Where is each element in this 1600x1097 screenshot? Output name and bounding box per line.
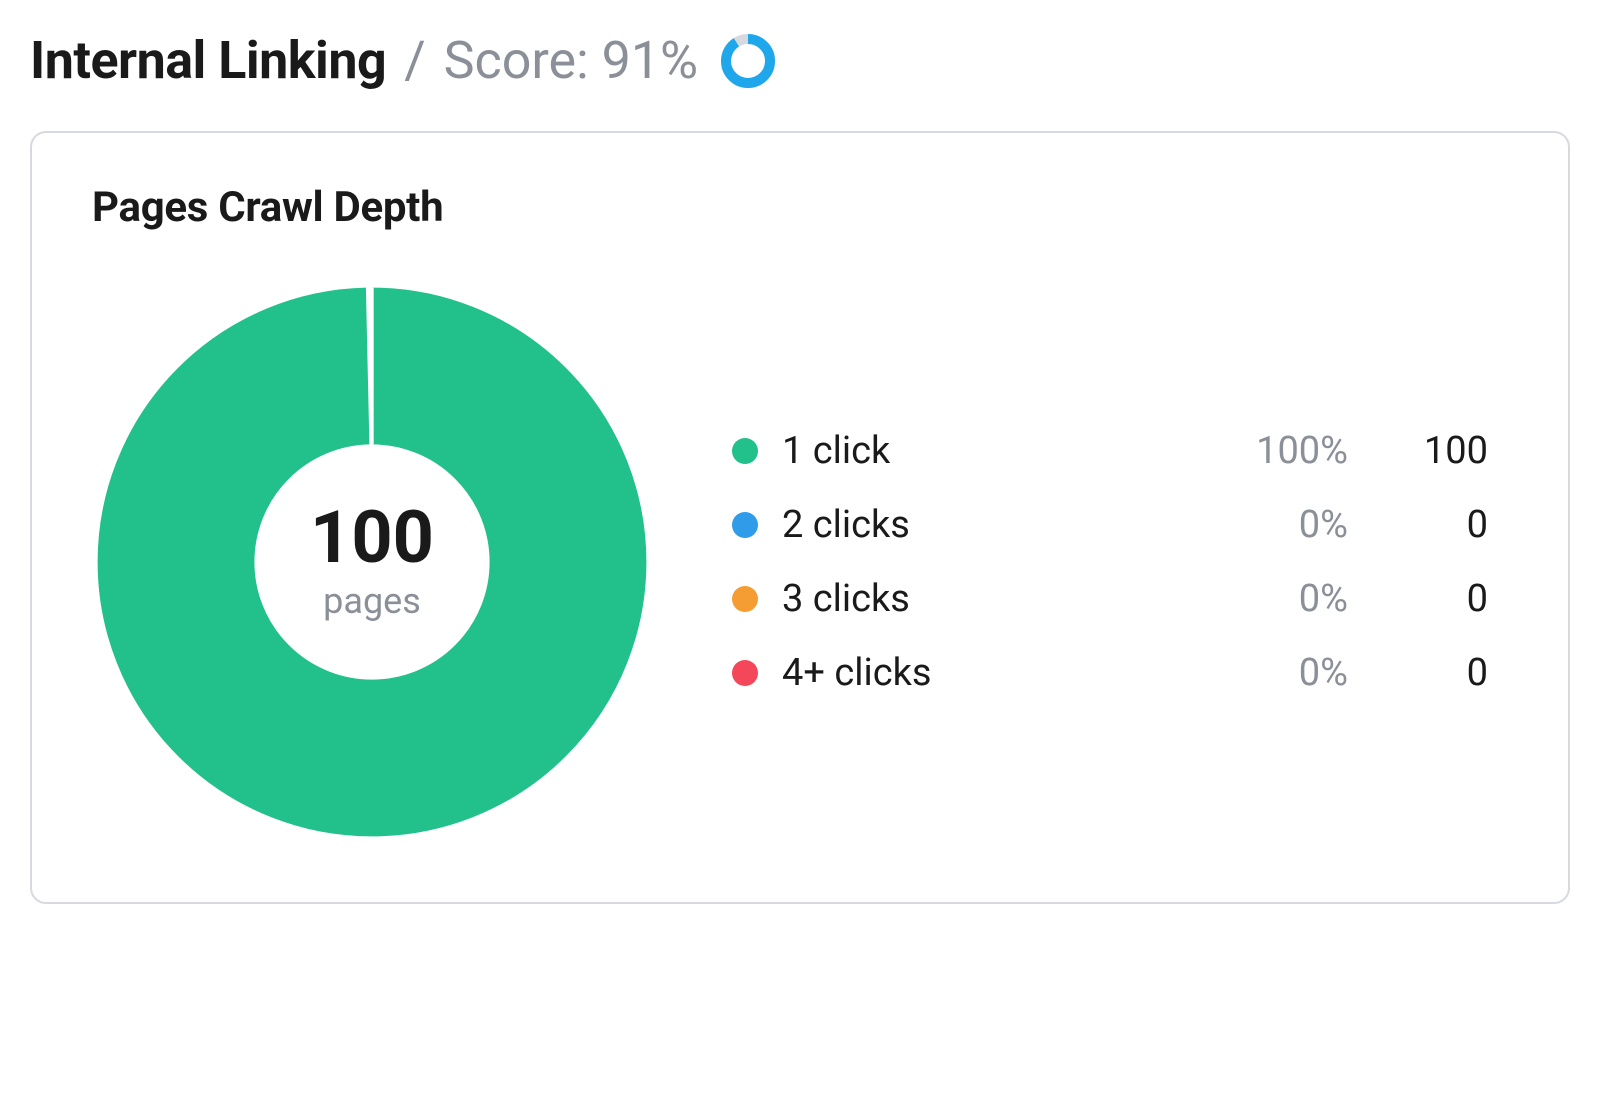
legend-dot-icon: [732, 586, 758, 612]
legend-dot-icon: [732, 438, 758, 464]
legend-label: 4+ clicks: [782, 651, 931, 695]
donut-chart: 100 pages: [92, 282, 652, 842]
legend-count: 100: [1348, 429, 1488, 473]
chart-legend: 1 click100%1002 clicks0%03 clicks0%04+ c…: [732, 429, 1508, 695]
legend-percent: 0%: [1208, 577, 1348, 621]
crawl-depth-card: Pages Crawl Depth 100 pages 1 click100%1…: [30, 131, 1570, 904]
legend-row: 1 click 100%100: [732, 429, 1488, 473]
legend-count: 0: [1348, 651, 1488, 695]
legend-label: 3 clicks: [782, 577, 910, 621]
donut-center-unit: pages: [323, 580, 421, 622]
score-label: Score: 91%: [444, 30, 699, 91]
legend-row: 2 clicks 0%0: [732, 503, 1488, 547]
legend-count: 0: [1348, 503, 1488, 547]
legend-dot-icon: [732, 660, 758, 686]
legend-label: 2 clicks: [782, 503, 910, 547]
page-header: Internal Linking / Score: 91%: [30, 30, 1570, 91]
donut-center-value: 100: [310, 502, 434, 574]
legend-count: 0: [1348, 577, 1488, 621]
legend-label: 1 click: [782, 429, 890, 473]
legend-dot-icon: [732, 512, 758, 538]
chart-area: 100 pages 1 click100%1002 clicks0%03 cli…: [92, 282, 1508, 842]
card-title: Pages Crawl Depth: [92, 183, 1508, 232]
legend-row: 3 clicks 0%0: [732, 577, 1488, 621]
donut-center: 100 pages: [92, 282, 652, 842]
legend-row: 4+ clicks 0%0: [732, 651, 1488, 695]
score-ring-icon: [720, 33, 776, 89]
legend-percent: 100%: [1208, 429, 1348, 473]
page-title: Internal Linking: [30, 30, 386, 91]
legend-percent: 0%: [1208, 651, 1348, 695]
legend-percent: 0%: [1208, 503, 1348, 547]
score-separator: /: [404, 30, 425, 91]
